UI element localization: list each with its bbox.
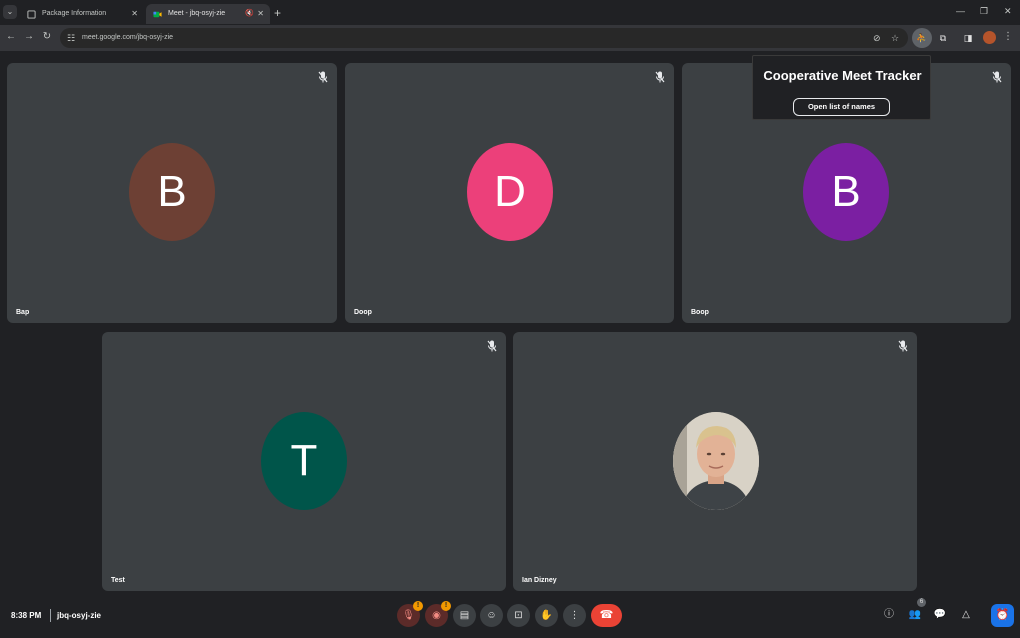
tab-search-icon[interactable]: ⌄	[3, 5, 17, 19]
emoji-button[interactable]: ☺	[480, 604, 503, 627]
warning-badge-icon: !	[413, 601, 423, 611]
meet-favicon-icon	[153, 11, 162, 18]
tab-close-icon[interactable]: ✕	[257, 4, 264, 24]
chat-icon: 💬	[933, 609, 947, 620]
browser-tab-bar: ⌄ Package Information ✕ Meet - jbq-osyj-…	[0, 0, 1020, 25]
popup-title: Cooperative Meet Tracker	[763, 68, 922, 83]
mic-muted-icon	[992, 71, 1002, 83]
activities-icon: △	[962, 609, 970, 620]
captions-icon: ▤	[459, 610, 470, 621]
tab-close-icon[interactable]: ✕	[131, 4, 138, 24]
tab-mute-icon[interactable]: 🔇	[245, 4, 254, 24]
captions-button[interactable]: ▤	[453, 604, 476, 627]
raise-hand-icon: ✋	[540, 610, 553, 621]
participant-name: Ian Dizney	[522, 577, 557, 584]
tab-meet[interactable]: Meet - jbq-osyj-zie 🔇 ✕	[146, 4, 270, 24]
meeting-controls-bar: 8:38 PM jbq-osyj-zie 🎙 ! ◉ ! ▤ ☺ ⊡ ✋ ⋮ ☎…	[0, 598, 1020, 638]
camera-toggle-button[interactable]: ◉ !	[425, 601, 451, 627]
participant-name: Bap	[16, 309, 30, 316]
participant-photo-avatar	[673, 412, 759, 510]
participant-tile[interactable]: D Doop	[345, 63, 674, 323]
window-close-icon[interactable]: ✕	[1004, 2, 1012, 20]
mic-muted-icon	[487, 340, 497, 352]
meeting-info-button[interactable]: ⓘ	[881, 607, 897, 623]
minimize-icon[interactable]: —	[956, 2, 965, 20]
page-favicon-icon	[27, 10, 36, 19]
extension-meet-tracker-icon[interactable]: ⛹	[912, 28, 932, 48]
microphone-toggle-button[interactable]: 🎙 !	[397, 601, 423, 627]
restore-icon[interactable]: ❐	[980, 2, 988, 20]
participant-name: Test	[111, 577, 125, 584]
participant-tile[interactable]: B Bap	[7, 63, 337, 323]
side-panel-icon[interactable]: ◨	[958, 28, 978, 48]
people-count-badge: 6	[917, 598, 926, 607]
camera-off-icon: ◉	[432, 610, 441, 621]
participant-tile[interactable]: Ian Dizney	[513, 332, 917, 591]
participant-avatar: B	[129, 143, 215, 241]
people-icon: 👥	[908, 609, 922, 620]
new-tab-icon[interactable]: +	[274, 4, 281, 22]
url-text: meet.google.com/jbq-osyj-zie	[82, 34, 174, 41]
present-button[interactable]: ⊡	[507, 604, 530, 627]
participant-name: Boop	[691, 309, 709, 316]
more-options-icon: ⋮	[569, 610, 580, 621]
host-controls-icon: ⏰	[995, 609, 1010, 621]
participant-avatar: T	[261, 412, 347, 510]
more-options-button[interactable]: ⋮	[563, 604, 586, 627]
divider	[50, 609, 51, 622]
browser-toolbar: ← → ↻ ☷ meet.google.com/jbq-osyj-zie ⊘ ☆…	[0, 25, 1020, 51]
participant-avatar: D	[467, 143, 553, 241]
back-icon[interactable]: ←	[4, 30, 18, 44]
present-icon: ⊡	[514, 610, 523, 621]
raise-hand-button[interactable]: ✋	[535, 604, 558, 627]
profile-avatar[interactable]	[983, 31, 996, 44]
host-controls-button[interactable]: ⏰	[991, 604, 1014, 627]
end-call-icon: ☎	[599, 609, 614, 621]
mic-muted-icon	[898, 340, 908, 352]
tab-title: Package Information	[42, 10, 107, 17]
meet-tracker-popup: Cooperative Meet Tracker Open list of na…	[752, 55, 931, 120]
participant-name: Doop	[354, 309, 372, 316]
people-button[interactable]: 👥	[907, 607, 923, 623]
emoji-icon: ☺	[486, 610, 497, 621]
meeting-time: 8:38 PM	[11, 611, 42, 620]
browser-menu-icon[interactable]: ⋮	[1003, 29, 1013, 45]
participant-avatar: B	[803, 143, 889, 241]
participant-tile[interactable]: T Test	[102, 332, 506, 591]
mic-muted-icon	[655, 71, 665, 83]
meeting-code: jbq-osyj-zie	[57, 611, 102, 620]
extensions-puzzle-icon[interactable]: ⧉	[933, 28, 953, 48]
info-icon: ⓘ	[884, 609, 894, 620]
end-call-button[interactable]: ☎	[591, 604, 622, 627]
warning-badge-icon: !	[441, 601, 451, 611]
activities-button[interactable]: △	[958, 607, 974, 623]
person-photo-icon	[673, 412, 759, 510]
open-list-of-names-button[interactable]: Open list of names	[793, 98, 890, 116]
chat-button[interactable]: 💬	[932, 607, 948, 623]
tab-package-information[interactable]: Package Information ✕	[20, 4, 144, 24]
bookmark-star-icon[interactable]: ☆	[891, 31, 899, 45]
mic-muted-icon	[318, 71, 328, 83]
forward-icon[interactable]: →	[22, 30, 36, 44]
reload-icon[interactable]: ↻	[40, 30, 54, 44]
mic-off-icon: 🎙	[402, 610, 415, 621]
tab-title: Meet - jbq-osyj-zie	[168, 10, 226, 17]
address-bar[interactable]: ☷ meet.google.com/jbq-osyj-zie ⊘ ☆	[60, 28, 908, 48]
site-info-icon[interactable]: ☷	[67, 31, 79, 45]
camera-blocked-icon[interactable]: ⊘	[873, 31, 881, 45]
